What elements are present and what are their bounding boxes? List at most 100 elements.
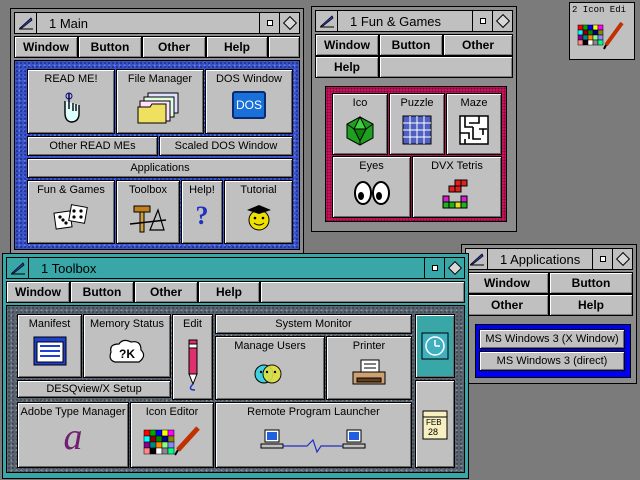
system-menu-icon[interactable] xyxy=(466,249,488,269)
system-menu-icon[interactable] xyxy=(7,258,29,278)
dos-icon: DOS xyxy=(232,91,266,119)
toolbox-client-area: Manifest Memory Status ?K Edit System Mo… xyxy=(6,305,465,473)
menu-window[interactable]: Window xyxy=(6,281,70,303)
icon-editor-button[interactable]: Icon Editor xyxy=(130,402,214,468)
main-client-area: READ ME! File Manager DOS Window DOS Oth… xyxy=(14,60,300,250)
manage-users-button[interactable]: Manage Users xyxy=(215,336,325,400)
menu-button[interactable]: Button xyxy=(70,281,134,303)
ms-windows-x-button[interactable]: MS Windows 3 (X Window) xyxy=(479,329,625,349)
pen-icon xyxy=(187,339,198,391)
toolbox-titlebar[interactable]: 1 Toolbox xyxy=(6,257,465,279)
menu-other[interactable]: Other xyxy=(142,36,206,58)
ms-windows-direct-button[interactable]: MS Windows 3 (direct) xyxy=(479,351,625,371)
calendar-button[interactable]: FEB 28 xyxy=(415,380,455,468)
menu-spacer xyxy=(268,36,300,58)
minimize-icon xyxy=(599,256,606,262)
remote-program-launcher-button[interactable]: Remote Program Launcher xyxy=(215,402,412,468)
manifest-button[interactable]: Manifest xyxy=(17,314,82,378)
toolbox-label: Toolbox xyxy=(129,184,167,196)
fun-menubar: Window Button Other xyxy=(315,34,513,56)
tutorial-button[interactable]: Tutorial xyxy=(224,180,293,244)
eyes-button[interactable]: Eyes xyxy=(332,156,411,218)
maximize-icon xyxy=(495,13,510,29)
menu-other[interactable]: Other xyxy=(443,34,513,56)
graduate-smiley-icon xyxy=(246,205,271,231)
edit-button[interactable]: Edit xyxy=(172,314,213,400)
fun-title: 1 Fun & Games xyxy=(350,13,442,29)
menu-window[interactable]: Window xyxy=(315,34,379,56)
menu-other[interactable]: Other xyxy=(134,281,198,303)
remote-launcher-label: Remote Program Launcher xyxy=(247,406,380,418)
maximize-button[interactable] xyxy=(612,249,632,269)
main-title: 1 Main xyxy=(49,15,89,31)
manage-users-label: Manage Users xyxy=(234,340,306,352)
menu-other[interactable]: Other xyxy=(465,294,549,316)
adobe-type-manager-button[interactable]: Adobe Type Manager a xyxy=(17,402,129,468)
toolbox-menubar: Window Button Other Help xyxy=(6,281,465,303)
ico-label: Ico xyxy=(352,97,368,109)
dos-window-button[interactable]: DOS Window DOS xyxy=(205,69,293,134)
users-icon xyxy=(254,364,282,384)
fun-games-label: Fun & Games xyxy=(37,184,105,196)
icon-editor-mini-title: 2 Icon Edi xyxy=(572,5,627,15)
dice-icon xyxy=(53,204,88,230)
menu-window[interactable]: Window xyxy=(465,272,549,294)
applications-title: 1 Applications xyxy=(500,251,581,267)
menu-button[interactable]: Button xyxy=(379,34,443,56)
help-button[interactable]: Help! ? xyxy=(181,180,223,244)
fun-menubar-row2: Help xyxy=(315,56,513,78)
menu-help[interactable]: Help xyxy=(549,294,633,316)
menu-help[interactable]: Help xyxy=(206,36,268,58)
icon-editor-minimized[interactable]: 2 Icon Edi xyxy=(569,2,635,60)
puzzle-button[interactable]: Puzzle xyxy=(389,93,445,155)
tetris-blocks-icon xyxy=(442,179,468,209)
main-titlebar[interactable]: 1 Main xyxy=(14,12,300,34)
dos-window-label: DOS Window xyxy=(215,73,283,85)
clock-button[interactable] xyxy=(415,314,455,378)
scaled-dos-button[interactable]: Scaled DOS Window xyxy=(159,136,293,156)
applications-button[interactable]: Applications xyxy=(27,158,293,178)
fun-client-area: Ico Puzzle Maze Eyes DVX Tetris xyxy=(325,86,507,222)
maze-label: Maze xyxy=(460,97,488,109)
help-label: Help! xyxy=(189,184,215,196)
system-menu-icon[interactable] xyxy=(316,11,338,31)
memory-status-button[interactable]: Memory Status ?K xyxy=(83,314,171,378)
ico-button[interactable]: Ico xyxy=(332,93,388,155)
menu-button[interactable]: Button xyxy=(549,272,633,294)
menu-help[interactable]: Help xyxy=(315,56,379,78)
system-menu-icon[interactable] xyxy=(15,13,37,33)
minimize-button[interactable] xyxy=(472,11,492,31)
menu-window[interactable]: Window xyxy=(14,36,78,58)
manifest-list-icon xyxy=(33,336,66,366)
other-readmes-button[interactable]: Other READ MEs xyxy=(27,136,158,156)
desqview-setup-button[interactable]: DESQview/X Setup xyxy=(17,380,171,398)
applications-titlebar[interactable]: 1 Applications xyxy=(465,248,633,270)
applications-window: 1 Applications Window Button Other Help … xyxy=(461,244,637,384)
system-monitor-button[interactable]: System Monitor xyxy=(215,314,412,334)
eyes-icon xyxy=(353,181,390,205)
maximize-button[interactable] xyxy=(279,13,299,33)
fun-titlebar[interactable]: 1 Fun & Games xyxy=(315,10,513,32)
maze-button[interactable]: Maze xyxy=(446,93,502,155)
eyes-label: Eyes xyxy=(359,160,384,172)
menu-help[interactable]: Help xyxy=(198,281,260,303)
memory-status-label: Memory Status xyxy=(90,318,164,330)
menu-button[interactable]: Button xyxy=(78,36,142,58)
minimize-button[interactable] xyxy=(424,258,444,278)
minimize-button[interactable] xyxy=(592,249,612,269)
file-manager-button[interactable]: File Manager xyxy=(116,69,204,134)
type-a-icon: a xyxy=(63,416,83,458)
dvx-tetris-button[interactable]: DVX Tetris xyxy=(412,156,502,218)
main-window: 1 Main Window Button Other Help READ ME!… xyxy=(10,8,304,254)
readme-button[interactable]: READ ME! xyxy=(27,69,115,134)
minimize-icon xyxy=(431,265,438,271)
color-grid-pencil-icon xyxy=(143,426,200,456)
toolbox-button[interactable]: Toolbox xyxy=(116,180,180,244)
maximize-button[interactable] xyxy=(444,258,464,278)
maximize-button[interactable] xyxy=(492,11,512,31)
minimize-button[interactable] xyxy=(259,13,279,33)
puzzle-grid-icon xyxy=(402,115,432,145)
toolbox-title: 1 Toolbox xyxy=(41,260,97,276)
printer-button[interactable]: Printer xyxy=(326,336,412,400)
fun-games-button[interactable]: Fun & Games xyxy=(27,180,115,244)
